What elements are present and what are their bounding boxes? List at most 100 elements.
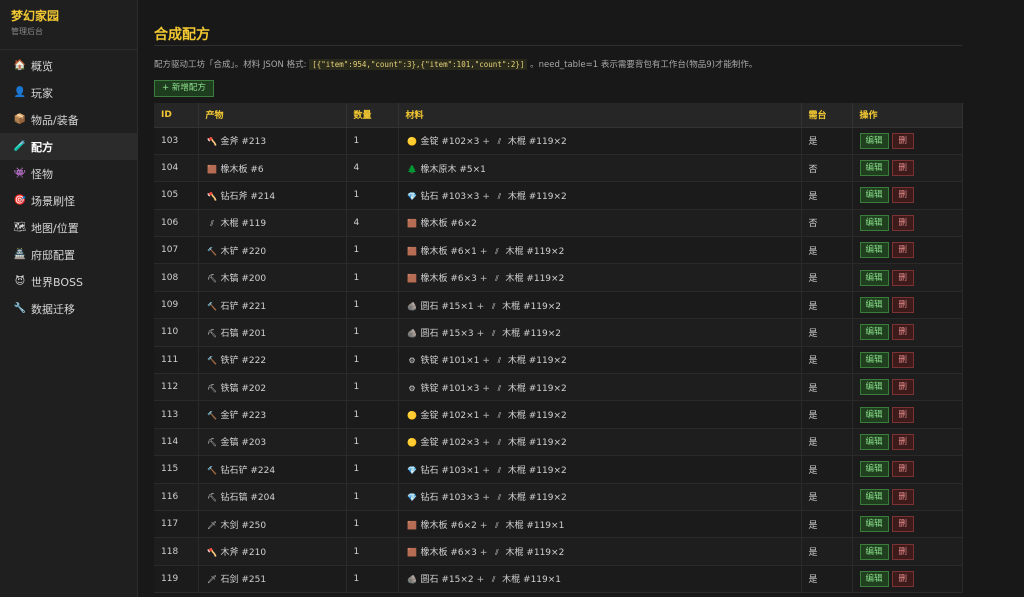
delete-button[interactable]: 删	[891, 516, 915, 533]
need-table-value: 是	[801, 263, 853, 292]
material-name: 木棍 #119×2	[507, 411, 567, 422]
edit-button[interactable]: 编辑	[859, 461, 889, 478]
plus-sign: +	[482, 356, 490, 367]
sidebar-item-6[interactable]: 🗺 地图/位置	[0, 214, 137, 241]
column-header-quantity[interactable]: 数量	[346, 103, 399, 128]
table-row: 114 ⛏ 金镐 #203 1 🟡 金锭 #102×3 + ⫽ 木棍 #119×2 是编辑删	[154, 428, 963, 457]
column-header-need-table[interactable]: 需台	[801, 103, 853, 128]
edit-button[interactable]: 编辑	[859, 351, 889, 368]
delete-button[interactable]: 删	[891, 461, 915, 478]
edit-button[interactable]: 编辑	[859, 488, 889, 505]
material-name: 木棍 #119×1	[505, 520, 565, 531]
material-name: 木棍 #119×2	[502, 328, 562, 339]
column-header-id[interactable]: ID	[154, 103, 199, 128]
actions-cell: 编辑删	[852, 263, 963, 292]
edit-button[interactable]: 编辑	[859, 516, 889, 533]
axe-icon: 🪓	[207, 137, 217, 147]
edit-button[interactable]: 编辑	[859, 269, 889, 286]
actions-cell: 编辑删	[852, 127, 963, 155]
edit-button[interactable]: 编辑	[859, 433, 889, 450]
edit-button[interactable]: 编辑	[859, 379, 889, 396]
material-name: 木棍 #119×2	[505, 246, 565, 257]
materials-cell: 💎 钻石 #103×1 + ⫽ 木棍 #119×2	[398, 455, 802, 484]
delete-button[interactable]: 删	[891, 351, 915, 368]
edit-button[interactable]: 编辑	[859, 297, 889, 314]
sidebar-item-0[interactable]: 🏠 概览	[0, 52, 137, 79]
material-name: 木棍 #119×2	[507, 465, 567, 476]
sidebar-item-7[interactable]: 🏯 府邸配置	[0, 241, 137, 268]
quantity: 1	[346, 428, 399, 457]
edit-button[interactable]: 编辑	[859, 570, 889, 587]
pickaxe-icon: ⛏	[206, 438, 218, 448]
stick-icon: ⫽	[497, 191, 502, 201]
delete-button[interactable]: 删	[891, 297, 915, 314]
sword-icon: 🗡	[206, 575, 218, 585]
shovel-icon: 🔨	[207, 301, 217, 311]
sidebar-item-9[interactable]: 🔧 数据迁移	[0, 295, 137, 322]
stick-icon: ⫽	[210, 219, 214, 229]
sidebar-item-label: 数据迁移	[31, 302, 75, 316]
sidebar-item-3[interactable]: 🧪 配方	[0, 133, 137, 160]
sidebar-item-label: 概览	[31, 59, 53, 73]
delete-button[interactable]: 删	[891, 488, 915, 505]
material-name: 木棍 #119×2	[507, 356, 567, 367]
edit-button[interactable]: 编辑	[859, 187, 889, 204]
edit-button[interactable]: 编辑	[859, 214, 889, 231]
actions-cell: 编辑删	[852, 428, 963, 457]
sidebar-item-label: 配方	[31, 140, 53, 154]
delete-button[interactable]: 删	[891, 406, 915, 423]
sidebar-item-4[interactable]: 👾 怪物	[0, 160, 137, 187]
delete-button[interactable]: 删	[891, 324, 915, 341]
delete-button[interactable]: 删	[891, 379, 915, 396]
sidebar-item-label: 府邸配置	[31, 248, 75, 262]
edit-button[interactable]: 编辑	[859, 242, 889, 259]
delete-button[interactable]: 删	[891, 160, 915, 177]
table-row: 107 🔨 木铲 #220 1 🟫 橡木板 #6×1 + ⫽ 木棍 #119×2 是编辑删	[154, 236, 963, 265]
materials-cell: ⚙ 铁锭 #101×3 + ⫽ 木棍 #119×2	[398, 373, 802, 402]
sidebar-item-1[interactable]: 👤 玩家	[0, 79, 137, 106]
product-cell: 🔨 铁铲 #222	[198, 346, 347, 375]
need-table-value: 是	[801, 291, 853, 320]
edit-button[interactable]: 编辑	[859, 324, 889, 341]
material-name: 金锭 #102×3	[420, 137, 480, 148]
sidebar-item-2[interactable]: 📦 物品/装备	[0, 106, 137, 133]
delete-button[interactable]: 删	[891, 570, 915, 587]
column-header-product[interactable]: 产物	[198, 103, 347, 128]
sidebar-item-5[interactable]: 🎯 场景刷怪	[0, 187, 137, 214]
product-name: 金镐 #203	[220, 438, 267, 449]
delete-button[interactable]: 删	[891, 269, 915, 286]
sidebar-item-8[interactable]: 😈 世界BOSS	[0, 268, 137, 295]
edit-button[interactable]: 编辑	[859, 132, 889, 149]
edit-button[interactable]: 编辑	[859, 406, 889, 423]
recipe-icon: 🧪	[13, 141, 27, 152]
material-name: 钻石 #103×3	[420, 493, 480, 504]
material-name: 木棍 #119×2	[507, 137, 567, 148]
demon-icon: 😈	[14, 276, 26, 287]
quantity: 1	[346, 510, 399, 539]
edit-button[interactable]: 编辑	[859, 160, 889, 177]
delete-button[interactable]: 删	[891, 433, 915, 450]
delete-button[interactable]: 删	[891, 214, 915, 231]
recipe-id: 119	[154, 565, 199, 594]
materials-cell: 🌲 橡木原木 #5×1	[398, 154, 802, 183]
material-name: 橡木板 #6×3	[420, 548, 477, 559]
need-table-value: 是	[801, 510, 853, 539]
column-header-materials[interactable]: 材料	[398, 103, 802, 128]
plank-icon: 🟫	[407, 219, 417, 229]
need-table-value: 是	[801, 236, 853, 265]
delete-button[interactable]: 删	[891, 242, 915, 259]
add-recipe-button[interactable]: + 新增配方	[154, 80, 214, 97]
delete-button[interactable]: 删	[891, 543, 915, 560]
material-name: 木棍 #119×2	[507, 493, 567, 504]
actions-cell: 编辑删	[852, 291, 963, 320]
edit-button[interactable]: 编辑	[859, 543, 889, 560]
material-name: 木棍 #119×2	[505, 274, 565, 285]
plus-sign: +	[482, 493, 490, 504]
delete-button[interactable]: 删	[891, 132, 915, 149]
brand: 梦幻家园 管理后台	[0, 0, 137, 50]
quantity: 1	[346, 455, 399, 484]
quantity: 1	[346, 373, 399, 402]
need-table-value: 否	[801, 154, 853, 183]
material-name: 木棍 #119×2	[505, 548, 565, 559]
delete-button[interactable]: 删	[891, 187, 915, 204]
